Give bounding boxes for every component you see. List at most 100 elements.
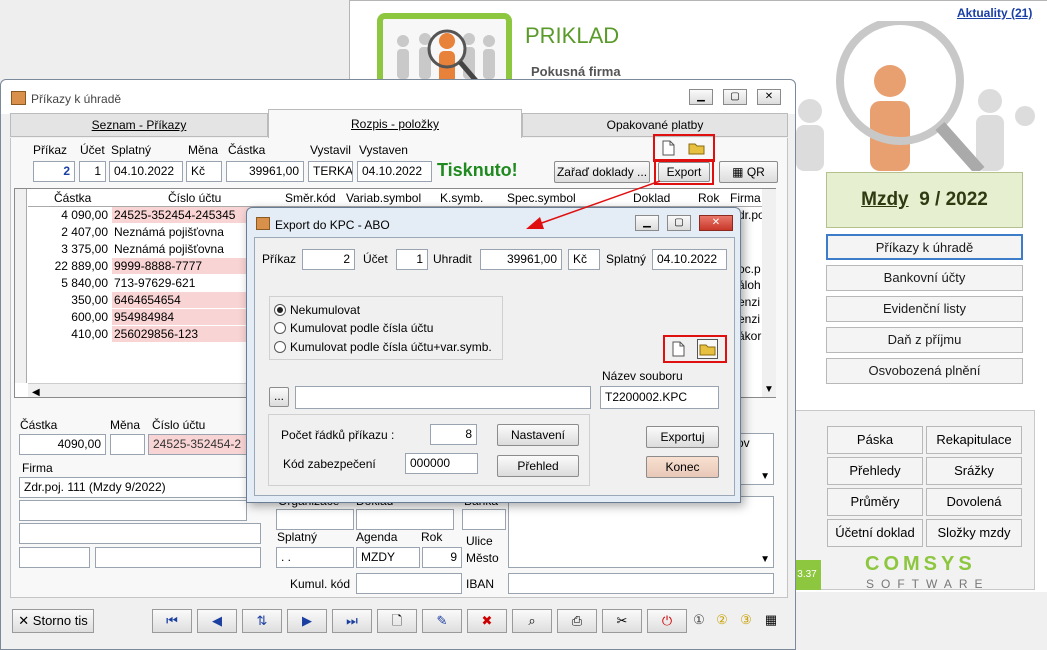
edit-record-icon[interactable]: ✎ <box>422 609 462 633</box>
splatny-detail-field[interactable]: . . <box>276 547 354 568</box>
label-mena: Měna <box>188 143 219 157</box>
table-row[interactable]: 5 840,00 713-97629-621 <box>30 275 240 292</box>
btn-paska[interactable]: Páska <box>827 426 923 454</box>
security-code-field[interactable]: 000000 <box>405 453 478 474</box>
tab-rozpis[interactable]: Rozpis - položky <box>268 109 522 139</box>
delete-record-icon[interactable]: ✖ <box>467 609 507 633</box>
maximize-button[interactable]: ▢ <box>723 89 747 105</box>
detail-mena-field[interactable] <box>110 434 145 455</box>
vystaven-field[interactable]: 04.10.2022 <box>357 161 432 182</box>
first-record-button[interactable]: ⏮ <box>152 609 192 633</box>
castka-field[interactable]: 39961,00 <box>226 161 304 182</box>
table-row[interactable]: 2 407,00 Neznámá pojišťovna <box>30 224 240 241</box>
dialog-open-folder-icon[interactable] <box>697 339 718 359</box>
view3-icon[interactable]: ③ <box>735 609 757 633</box>
banka-field[interactable] <box>462 509 506 530</box>
close-button[interactable]: ✕ <box>757 89 781 105</box>
sort-button[interactable]: ⇅ <box>242 609 282 633</box>
open-folder-icon[interactable] <box>688 140 706 156</box>
btn-ucetni-doklad[interactable]: Účetní doklad <box>827 519 923 547</box>
menu-evidencni-listy[interactable]: Evidenční listy <box>826 296 1023 322</box>
menu-dan-z-prijmu[interactable]: Daň z příjmu <box>826 327 1023 353</box>
menu-osvobozena-plneni[interactable]: Osvobozená plnění <box>826 358 1023 384</box>
org-field[interactable] <box>276 509 354 530</box>
view2-icon[interactable]: ② <box>711 609 733 633</box>
btn-rekapitulace[interactable]: Rekapitulace <box>926 426 1022 454</box>
path-field[interactable] <box>295 386 591 409</box>
table-row[interactable]: 3 375,00 Neznámá pojišťovna <box>30 241 240 258</box>
radio-kumulovat-ucet[interactable] <box>274 322 286 334</box>
nastaveni-button[interactable]: Nastavení <box>497 424 579 446</box>
search-record-icon[interactable]: ⌕ <box>512 609 552 633</box>
table-row[interactable]: 4 090,00 24525-352454-245345 <box>30 207 272 224</box>
menu-prikazy[interactable]: Příkazy k úhradě <box>826 234 1023 260</box>
label-castka: Částka <box>228 143 266 157</box>
radio-kumulovat-ucet-vs[interactable] <box>274 341 286 353</box>
radio-nekumulovat[interactable] <box>274 304 286 316</box>
detail-address-2[interactable] <box>19 523 261 544</box>
detail-city[interactable] <box>95 547 261 568</box>
table-row[interactable]: 600,00 954984984 <box>30 309 272 326</box>
detail-ucet-field[interactable]: 24525-352454-2 <box>148 434 248 455</box>
new-file-icon[interactable] <box>660 140 676 156</box>
minimize-button[interactable]: ▁ <box>689 89 713 105</box>
next-record-button[interactable]: ▶ <box>287 609 327 633</box>
kumul-field[interactable] <box>356 573 462 594</box>
dialog-new-file-icon[interactable] <box>670 341 686 357</box>
table-row[interactable]: 22 889,00 9999-8888-7777 <box>30 258 272 275</box>
konec-button[interactable]: Konec <box>646 456 719 478</box>
qr-button[interactable]: ▦ QR <box>719 161 778 183</box>
vertical-scrollbar[interactable]: ▼ <box>762 189 776 397</box>
btn-slozky-mzdy[interactable]: Složky mzdy <box>926 519 1022 547</box>
table-row[interactable]: 410,00 256029856-123 <box>30 326 272 343</box>
col-castka: Částka <box>54 191 92 205</box>
tools-icon[interactable]: ✂ <box>602 609 642 633</box>
dialog-ucet-field[interactable]: 1 <box>396 249 428 270</box>
detail-zip[interactable] <box>19 547 90 568</box>
btn-prumery[interactable]: Průměry <box>827 488 923 516</box>
btn-prehledy[interactable]: Přehledy <box>827 457 923 485</box>
table-row[interactable]: 350,00 6464654654 <box>30 292 272 309</box>
dialog-uhradit-field[interactable]: 39961,00 <box>480 249 562 270</box>
power-icon[interactable]: ⏻ <box>647 609 687 633</box>
news-link[interactable]: Aktuality (21) <box>957 6 1032 20</box>
dialog-maximize-button[interactable]: ▢ <box>667 215 691 231</box>
notes-area[interactable]: ▼ <box>508 496 774 568</box>
view1-icon[interactable]: ① <box>688 609 710 633</box>
browse-path-button[interactable]: ... <box>269 387 289 407</box>
btn-srazky[interactable]: Srážky <box>926 457 1022 485</box>
vystavil-field[interactable]: TERKA <box>308 161 353 182</box>
dialog-close-button[interactable]: ✕ <box>699 215 733 231</box>
horizontal-scrollbar[interactable]: ◀ <box>28 383 246 398</box>
prev-record-button[interactable]: ◀ <box>197 609 237 633</box>
label-prikaz: Příkaz <box>33 143 68 157</box>
prehled-button[interactable]: Přehled <box>497 455 579 477</box>
splatny-field[interactable]: 04.10.2022 <box>109 161 183 182</box>
agenda-field[interactable]: MZDY <box>356 547 420 568</box>
doklad-field[interactable] <box>356 509 454 530</box>
exportuj-button[interactable]: Exportuj <box>646 426 719 448</box>
detail-firma-field[interactable]: Zdr.poj. 111 (Mzdy 9/2022) <box>19 477 247 498</box>
detail-address-1[interactable] <box>19 500 247 521</box>
storno-button[interactable]: ✕ Storno tis <box>12 609 94 633</box>
qr-code-icon[interactable]: ▦ <box>760 609 782 633</box>
rows-count-field[interactable]: 8 <box>430 424 477 445</box>
tab-seznam[interactable]: Seznam - Příkazy <box>10 113 268 137</box>
iban-field[interactable] <box>508 573 774 594</box>
dialog-mena-field[interactable]: Kč <box>568 249 600 270</box>
print-icon[interactable]: ⎙ <box>557 609 597 633</box>
last-record-button[interactable]: ⏭ <box>332 609 372 633</box>
prikaz-field[interactable]: 2 <box>33 161 75 182</box>
new-record-icon[interactable]: 🗋 <box>377 609 417 633</box>
dialog-splatny-field[interactable]: 04.10.2022 <box>652 249 727 270</box>
file-name-field[interactable]: T2200002.KPC <box>600 386 719 409</box>
option-kumulovat-ucet-vs: Kumulovat podle čísla účtu+var.symb. <box>290 340 492 354</box>
detail-castka-field[interactable]: 4090,00 <box>19 434 106 455</box>
mena-field[interactable]: Kč <box>186 161 222 182</box>
ucet-field[interactable]: 1 <box>79 161 106 182</box>
dialog-prikaz-field[interactable]: 2 <box>302 249 355 270</box>
menu-bankovni-ucty[interactable]: Bankovní účty <box>826 265 1023 291</box>
rok-field[interactable]: 9 <box>422 547 462 568</box>
btn-dovolena[interactable]: Dovolená <box>926 488 1022 516</box>
main-window-icon <box>11 91 26 105</box>
